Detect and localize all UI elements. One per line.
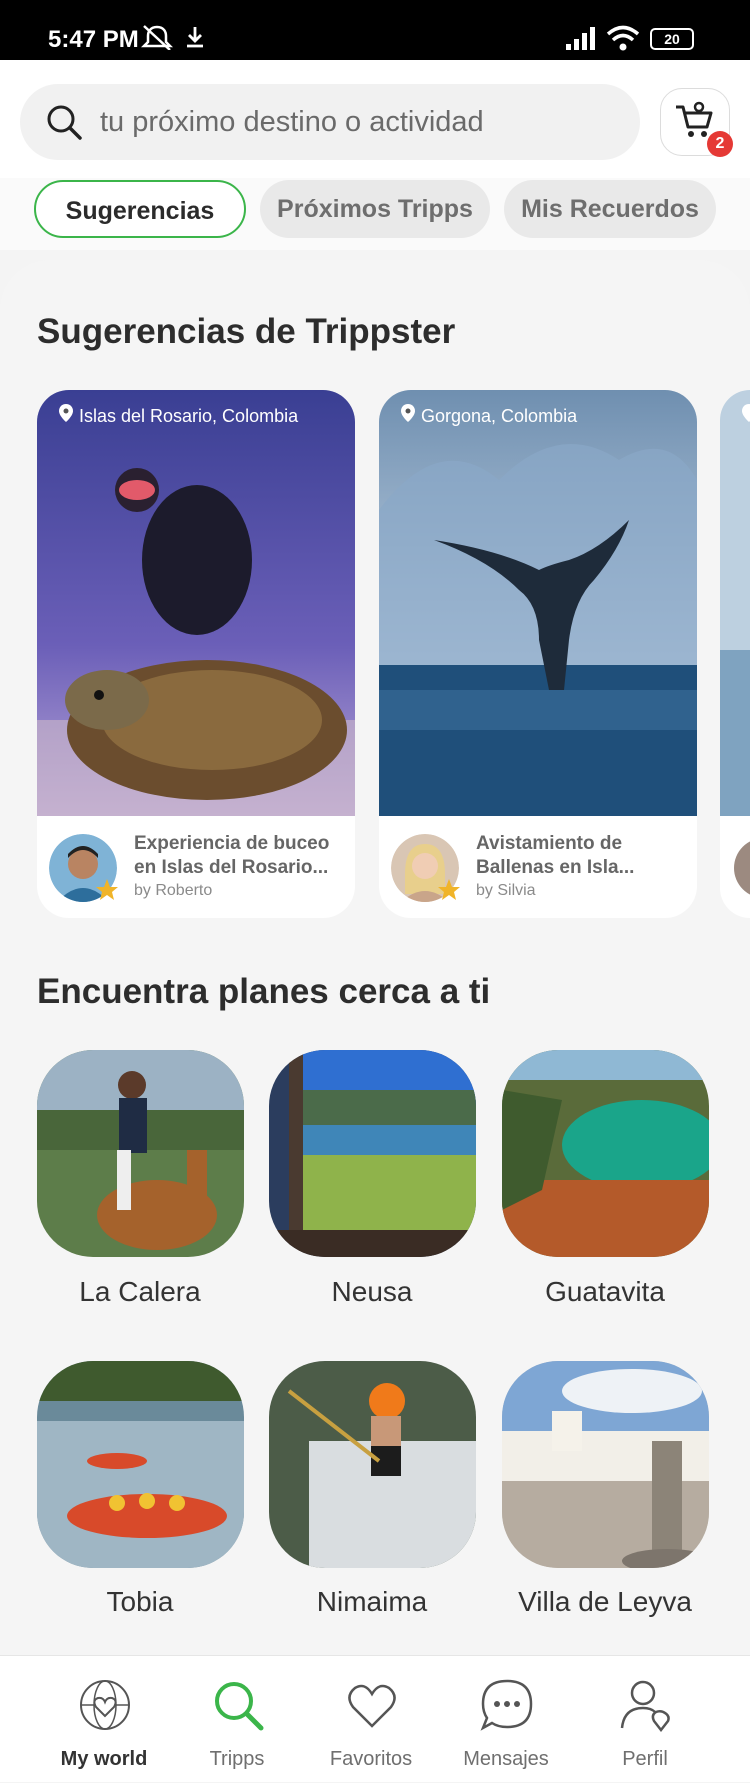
star-badge-icon <box>96 879 118 900</box>
search-icon <box>215 1682 264 1731</box>
whale-tail-photo <box>379 390 697 816</box>
tab-mis-recuerdos[interactable]: Mis Recuerdos <box>504 180 716 238</box>
nav-label: Perfil <box>622 1748 668 1770</box>
signal-icon <box>566 27 595 50</box>
rafting-photo <box>37 1361 244 1568</box>
place-thumb-la-calera[interactable] <box>37 1050 244 1257</box>
search-placeholder[interactable]: tu próximo destino o actividad <box>100 106 484 139</box>
profile-pin-icon <box>620 1680 670 1732</box>
diving-turtle-photo <box>37 390 355 816</box>
location-pin-icon <box>59 404 73 422</box>
horse-rider-photo <box>37 1050 244 1257</box>
battery-icon: 20 <box>650 28 694 50</box>
battery-level: 20 <box>664 31 680 47</box>
rappel-photo <box>269 1361 476 1568</box>
nav-label: My world <box>60 1748 148 1770</box>
card-title: Experiencia de buceo en Islas del Rosari… <box>134 833 330 878</box>
nav-label: Tripps <box>209 1748 265 1770</box>
lagoon-photo <box>502 1050 709 1257</box>
place-name[interactable]: Tobia <box>24 1586 256 1618</box>
globe-heart-icon <box>80 1680 130 1730</box>
lake-window-photo <box>269 1050 476 1257</box>
nav-my-world[interactable]: My world <box>39 1656 169 1783</box>
search-bar[interactable]: tu próximo destino o actividad <box>20 84 640 160</box>
card-title: Avistamiento de Ballenas en Isla... <box>476 833 635 878</box>
nav-label: Mensajes <box>463 1748 549 1770</box>
card-author: by Silvia <box>476 882 536 899</box>
download-icon <box>187 27 203 48</box>
search-icon <box>47 105 82 140</box>
card-location: Islas del Rosario, Colombia <box>59 404 298 427</box>
place-name[interactable]: Neusa <box>256 1276 488 1308</box>
card-location-text: Islas del Rosario, Colombia <box>79 406 299 426</box>
place-thumb-villa-de-leyva[interactable] <box>502 1361 709 1568</box>
suggestion-card-partial[interactable] <box>720 390 750 918</box>
suggestion-card[interactable]: Islas del Rosario, Colombia Experiencia … <box>37 390 355 918</box>
card-location-text: Gorgona, Colombia <box>421 406 578 426</box>
wifi-icon <box>606 25 640 51</box>
location-pin-icon <box>742 404 750 422</box>
bottom-nav: My world Tripps Favoritos Mensajes Perfi… <box>0 1655 750 1782</box>
chat-bubble-icon <box>480 1679 533 1731</box>
nearby-title: Encuentra planes cerca a ti <box>37 972 491 1011</box>
place-thumb-neusa[interactable] <box>269 1050 476 1257</box>
suggestion-card[interactable]: Gorgona, Colombia Avistamiento de Ballen… <box>379 390 697 918</box>
tab-proximos-tripps[interactable]: Próximos Tripps <box>260 180 490 238</box>
place-name[interactable]: Villa de Leyva <box>489 1586 721 1618</box>
heart-icon <box>348 1684 396 1728</box>
nav-perfil[interactable]: Perfil <box>580 1656 710 1783</box>
location-pin-icon <box>401 404 415 422</box>
tab-bar: Sugerencias Próximos Tripps Mis Recuerdo… <box>0 178 750 250</box>
mute-bell-icon <box>140 25 174 50</box>
nav-label: Favoritos <box>329 1748 413 1770</box>
avatar <box>734 838 750 898</box>
partial-card-photo <box>720 390 750 816</box>
nav-favoritos[interactable]: Favoritos <box>306 1656 436 1783</box>
status-time: 5:47 PM <box>48 26 139 53</box>
suggestions-title: Sugerencias de Trippster <box>37 312 456 351</box>
place-name[interactable]: La Calera <box>24 1276 256 1308</box>
star-badge-icon <box>438 879 460 900</box>
card-location: Gorgona, Colombia <box>401 404 577 427</box>
plaza-photo <box>502 1361 709 1568</box>
place-thumb-guatavita[interactable] <box>502 1050 709 1257</box>
card-author: by Roberto <box>134 882 213 899</box>
header: tu próximo destino o actividad 2 <box>0 60 750 178</box>
place-name[interactable]: Guatavita <box>489 1276 721 1308</box>
place-thumb-nimaima[interactable] <box>269 1361 476 1568</box>
place-thumb-tobia[interactable] <box>37 1361 244 1568</box>
tab-sugerencias[interactable]: Sugerencias <box>34 180 246 238</box>
cart-button[interactable]: 2 <box>660 88 733 157</box>
place-name[interactable]: Nimaima <box>256 1586 488 1618</box>
nav-mensajes[interactable]: Mensajes <box>441 1656 571 1783</box>
nav-tripps[interactable]: Tripps <box>172 1656 302 1783</box>
cart-badge: 2 <box>707 131 733 157</box>
status-bar: 5:47 PM 20 <box>0 0 750 60</box>
